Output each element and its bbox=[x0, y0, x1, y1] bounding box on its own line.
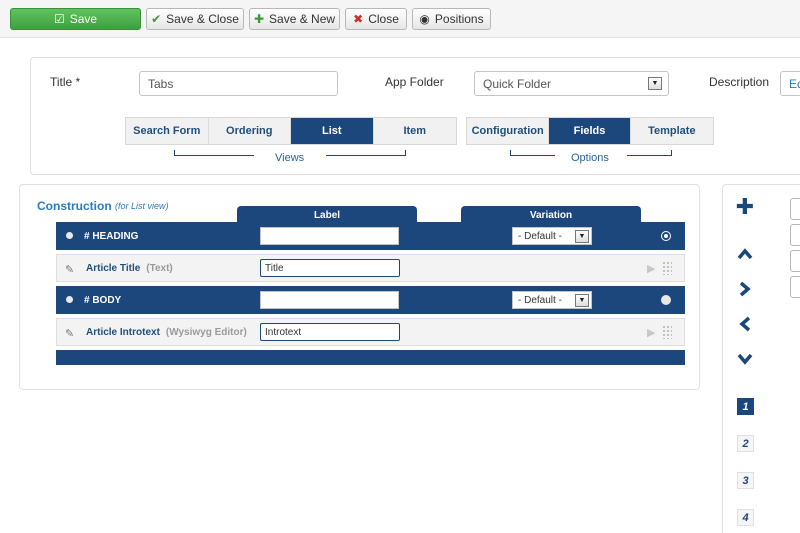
field-row-article-title[interactable]: ✎ Article Title (Text) Title ▶ bbox=[56, 254, 685, 282]
chevron-up-icon[interactable] bbox=[737, 246, 753, 262]
side-option-box[interactable] bbox=[790, 224, 800, 246]
app-folder-label: App Folder bbox=[385, 75, 444, 89]
options-bracket-left bbox=[510, 150, 555, 156]
toolbar: ☑ Save ✔ Save & Close ✚ Save & New ✖ Clo… bbox=[0, 0, 800, 38]
label-input[interactable]: Title bbox=[260, 259, 400, 277]
arrow-right-icon[interactable]: ▶ bbox=[647, 262, 655, 275]
construction-title: Construction bbox=[37, 199, 112, 213]
save-icon: ☑ bbox=[53, 12, 65, 26]
tab-search-form[interactable]: Search Form bbox=[126, 118, 209, 144]
app-folder-select[interactable]: Quick Folder ▼ bbox=[474, 71, 669, 96]
tab-configuration[interactable]: Configuration bbox=[467, 118, 550, 144]
variation-select[interactable]: - Default - ▼ bbox=[512, 227, 592, 245]
pencil-icon[interactable]: ✎ bbox=[65, 263, 74, 276]
chevron-left-icon[interactable] bbox=[737, 316, 753, 332]
eye-icon: ◉ bbox=[419, 12, 430, 26]
pencil-icon[interactable]: ✎ bbox=[65, 327, 74, 340]
options-bracket-right bbox=[627, 150, 672, 156]
title-label: Title * bbox=[50, 75, 81, 89]
chevron-right-icon[interactable] bbox=[737, 281, 753, 297]
views-tabs: Search Form Ordering List Item bbox=[125, 117, 457, 145]
save-new-button[interactable]: ✚ Save & New bbox=[249, 8, 340, 30]
description-label: Description bbox=[709, 75, 770, 89]
position-name: # BODY bbox=[84, 294, 122, 306]
bullet-icon bbox=[66, 232, 73, 239]
save-button[interactable]: ☑ Save bbox=[10, 8, 141, 30]
field-name: Article Introtext (Wysiwyg Editor) bbox=[86, 326, 247, 338]
position-name: # HEADING bbox=[84, 230, 139, 242]
position-row-body: # BODY - Default - ▼ bbox=[56, 286, 685, 314]
save-close-button[interactable]: ✔ Save & Close bbox=[146, 8, 244, 30]
layout-sidebar bbox=[722, 184, 800, 533]
positions-button[interactable]: ◉ Positions bbox=[412, 8, 491, 30]
close-button[interactable]: ✖ Close bbox=[345, 8, 407, 30]
radio-selected-icon[interactable] bbox=[661, 231, 671, 241]
field-row-article-introtext[interactable]: ✎ Article Introtext (Wysiwyg Editor) Int… bbox=[56, 318, 685, 346]
layout-page-4[interactable]: 4 bbox=[737, 509, 754, 526]
arrow-right-icon[interactable]: ▶ bbox=[647, 326, 655, 339]
close-circle-icon: ✖ bbox=[353, 12, 364, 26]
plus-icon[interactable]: ✚ bbox=[735, 196, 755, 218]
plus-icon: ✚ bbox=[253, 12, 265, 26]
bullet-icon bbox=[66, 296, 73, 303]
drag-handle-icon[interactable] bbox=[662, 261, 672, 275]
radio-unselected-icon[interactable] bbox=[661, 295, 671, 305]
dropdown-arrow-icon: ▼ bbox=[575, 230, 589, 243]
label-input[interactable] bbox=[260, 227, 399, 245]
position-row-empty bbox=[56, 350, 685, 365]
description-edit-button[interactable]: Ed bbox=[780, 71, 800, 96]
title-input[interactable]: Tabs bbox=[139, 71, 338, 96]
dropdown-arrow-icon: ▼ bbox=[648, 77, 662, 90]
views-bracket-right bbox=[326, 150, 406, 156]
dropdown-arrow-icon: ▼ bbox=[575, 294, 589, 307]
tab-template[interactable]: Template bbox=[631, 118, 713, 144]
tab-item[interactable]: Item bbox=[374, 118, 457, 144]
construction-subtitle: (for List view) bbox=[115, 201, 169, 211]
position-row-heading: # HEADING - Default - ▼ bbox=[56, 222, 685, 250]
tab-ordering[interactable]: Ordering bbox=[209, 118, 291, 144]
tab-fields[interactable]: Fields bbox=[549, 118, 631, 144]
side-option-box[interactable] bbox=[790, 276, 800, 298]
chevron-down-icon[interactable] bbox=[737, 351, 753, 367]
layout-page-2[interactable]: 2 bbox=[737, 435, 754, 452]
tab-list[interactable]: List bbox=[291, 118, 374, 144]
options-group-label: Options bbox=[571, 152, 609, 164]
label-input[interactable]: Introtext bbox=[260, 323, 400, 341]
field-name: Article Title (Text) bbox=[86, 262, 173, 274]
side-option-box[interactable] bbox=[790, 198, 800, 220]
views-bracket-left bbox=[174, 150, 254, 156]
layout-page-3[interactable]: 3 bbox=[737, 472, 754, 489]
check-icon: ✔ bbox=[151, 12, 162, 26]
label-input[interactable] bbox=[260, 291, 399, 309]
options-tabs: Configuration Fields Template bbox=[466, 117, 714, 145]
layout-page-1[interactable]: 1 bbox=[737, 398, 754, 415]
variation-select[interactable]: - Default - ▼ bbox=[512, 291, 592, 309]
side-option-box[interactable] bbox=[790, 250, 800, 272]
drag-handle-icon[interactable] bbox=[662, 325, 672, 339]
views-group-label: Views bbox=[275, 152, 305, 164]
